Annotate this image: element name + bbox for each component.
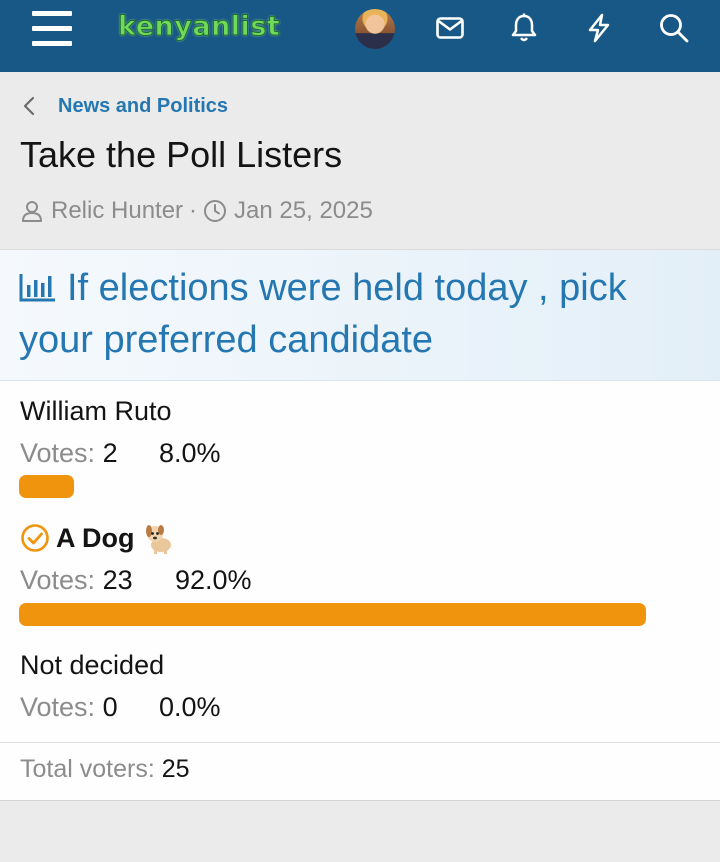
bell-icon[interactable]: [508, 12, 540, 44]
votes-percent: 92.0%: [175, 565, 252, 595]
search-icon[interactable]: [658, 12, 690, 44]
breadcrumb[interactable]: News and Politics: [22, 94, 228, 118]
poll-option-votes: Votes: 23 92.0%: [20, 565, 252, 596]
bar-chart-icon: [19, 264, 57, 302]
poll-total: Total voters: 25: [0, 742, 720, 801]
poll-option-name: A Dog: [20, 521, 176, 555]
poll-result-bar: [19, 475, 74, 498]
breadcrumb-link[interactable]: News and Politics: [58, 95, 228, 118]
poll-option-name: William Ruto: [20, 396, 172, 426]
total-voters: Total voters: 25: [20, 755, 190, 784]
top-navigation-bar: kenyanlist: [0, 0, 720, 72]
thread-meta: Relic Hunter · Jan 25, 2025: [20, 196, 373, 226]
poll-option-label: A Dog: [56, 522, 135, 553]
poll-block: If elections were held today , pick your…: [0, 249, 720, 801]
chevron-left-icon: [22, 94, 38, 118]
poll-header: If elections were held today , pick your…: [0, 250, 720, 381]
site-logo[interactable]: kenyanlist: [117, 11, 280, 43]
votes-label: Votes:: [20, 565, 96, 595]
thread-author[interactable]: Relic Hunter: [51, 197, 183, 225]
meta-separator: ·: [189, 197, 198, 224]
poll-question: If elections were held today , pick your…: [19, 262, 699, 366]
thread-date[interactable]: Jan 25, 2025: [234, 197, 373, 225]
page-title: Take the Poll Listers: [20, 134, 343, 175]
total-voters-label: Total voters:: [20, 755, 155, 783]
user-icon: [20, 199, 44, 223]
total-voters-value: 25: [161, 755, 190, 783]
poll-result-bar: [19, 603, 646, 626]
poll-option-name: Not decided: [20, 650, 165, 680]
votes-count: 0: [102, 692, 118, 722]
bolt-icon[interactable]: [583, 12, 615, 44]
votes-count: 2: [102, 438, 118, 468]
avatar[interactable]: [355, 9, 395, 49]
dog-emoji-icon: [142, 521, 176, 555]
clock-icon: [203, 199, 227, 223]
poll-option-votes: Votes: 2 8.0%: [20, 438, 221, 469]
votes-count: 23: [102, 565, 133, 595]
votes-label: Votes:: [20, 438, 96, 468]
menu-icon[interactable]: [32, 11, 72, 47]
poll-option-votes: Votes: 0 0.0%: [20, 692, 221, 723]
votes-percent: 0.0%: [159, 692, 221, 722]
votes-label: Votes:: [20, 692, 96, 722]
poll-question-text: If elections were held today , pick your…: [19, 267, 627, 361]
check-circle-icon: [20, 523, 50, 553]
envelope-icon[interactable]: [434, 12, 466, 44]
votes-percent: 8.0%: [159, 438, 221, 468]
